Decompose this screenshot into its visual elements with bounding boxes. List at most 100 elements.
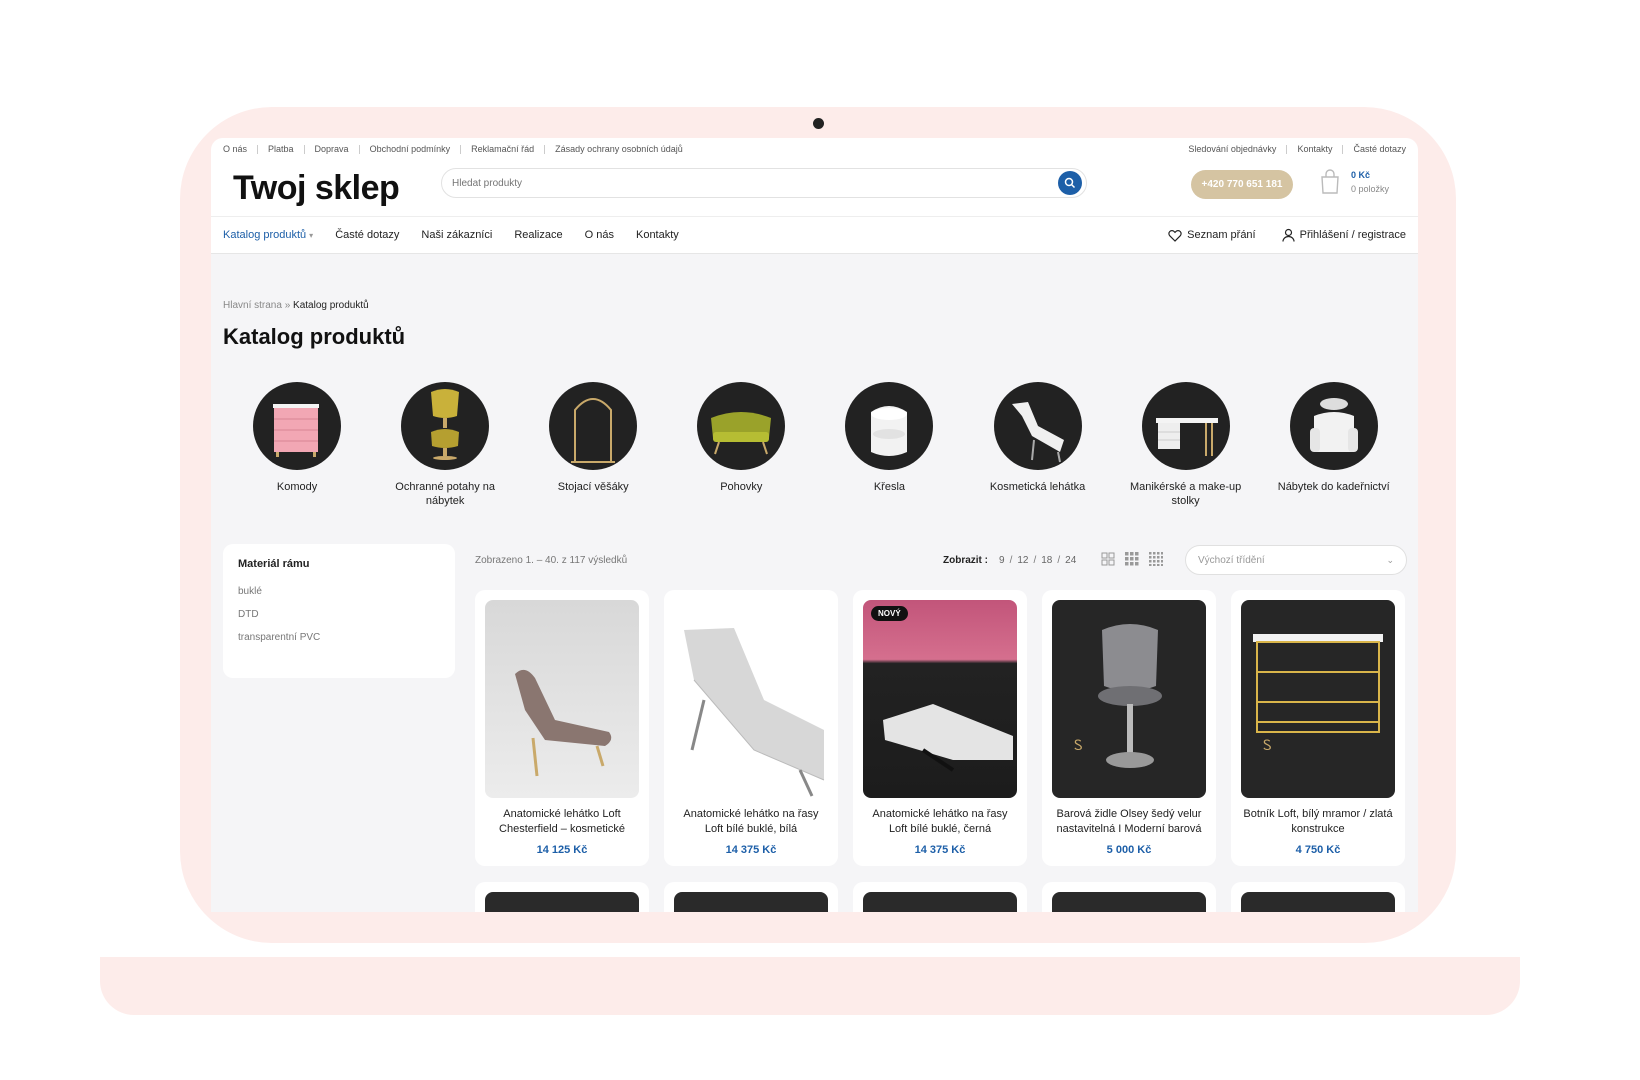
- heart-icon: [1168, 229, 1182, 242]
- per-page-selector: Zobrazit : 9/ 12/ 18/ 24: [943, 554, 1077, 566]
- breadcrumb-current: Katalog produktů: [293, 300, 369, 311]
- product-image[interactable]: [1241, 892, 1395, 912]
- category-label: Stojací věšáky: [557, 481, 629, 493]
- top-link-terms[interactable]: Obchodní podmínky: [370, 144, 451, 154]
- top-link-privacy[interactable]: Zásady ochrany osobních údajů: [555, 144, 683, 154]
- product-name[interactable]: Barová židle Olsey šedý velur nastavitel…: [1052, 807, 1206, 837]
- category-armchairs[interactable]: Křesla: [815, 382, 963, 508]
- nav-item-about[interactable]: O nás: [585, 229, 614, 241]
- category-salon[interactable]: Nábytek do kadeřnictví: [1260, 382, 1408, 508]
- product-image[interactable]: Ꮪ: [1241, 600, 1395, 798]
- product-name[interactable]: Anatomické lehátko na řasy Loft bílé buk…: [674, 807, 828, 837]
- chevron-down-icon: ▾: [309, 231, 314, 240]
- top-links-right: Sledování objednávky Kontakty Časté dota…: [1188, 144, 1406, 154]
- cart-count: 0 položky: [1351, 184, 1390, 194]
- new-badge: NOVÝ: [871, 606, 908, 621]
- product-price: 14 125 Kč: [536, 844, 588, 856]
- product-image[interactable]: [863, 892, 1017, 912]
- results-count: Zobrazeno 1. – 40. z 117 výsledků: [475, 554, 628, 566]
- camera-dot: [813, 118, 824, 129]
- product-price: 4 750 Kč: [1295, 844, 1341, 856]
- product-price: 14 375 Kč: [725, 844, 777, 856]
- top-link-complaints[interactable]: Reklamační řád: [471, 144, 534, 154]
- product-card[interactable]: [664, 882, 838, 912]
- product-card[interactable]: NOVÝ Anatomické lehátko na řasy Loft bíl…: [853, 590, 1027, 866]
- svg-text:Ꮪ: Ꮪ: [1074, 738, 1083, 754]
- product-image[interactable]: [485, 892, 639, 912]
- category-image: [993, 382, 1082, 470]
- salon-chair-icon: [1309, 398, 1358, 452]
- per-page-option[interactable]: 24: [1065, 555, 1076, 566]
- search-icon: [1064, 177, 1076, 189]
- main-nav: Katalog produktů ▾ Časté dotazy Naši záka…: [211, 216, 1418, 254]
- product-card[interactable]: Anatomické lehátko Loft Chesterfield – k…: [475, 590, 649, 866]
- product-card[interactable]: [1042, 882, 1216, 912]
- nav-item-catalog[interactable]: Katalog produktů ▾: [223, 229, 313, 241]
- filter-option[interactable]: transparentní PVC: [238, 632, 440, 643]
- phone-button[interactable]: +420 770 651 181: [1191, 170, 1293, 199]
- category-desks[interactable]: Manikérské a make-up stolky: [1112, 382, 1260, 508]
- grid-4-icon[interactable]: [1149, 551, 1163, 569]
- grid-2-icon[interactable]: [1101, 552, 1115, 569]
- top-link-about[interactable]: O nás: [223, 144, 247, 154]
- logo[interactable]: Twoj sklep: [233, 169, 443, 208]
- wishlist-link[interactable]: Seznam přání: [1168, 229, 1256, 242]
- per-page-option[interactable]: 18: [1041, 555, 1052, 566]
- filter-option[interactable]: DTD: [238, 609, 440, 620]
- product-card[interactable]: [1231, 882, 1405, 912]
- product-card[interactable]: [475, 882, 649, 912]
- search-button[interactable]: [1058, 171, 1082, 195]
- per-page-option[interactable]: 9: [999, 555, 1005, 566]
- nav-item-realizations[interactable]: Realizace: [514, 229, 562, 241]
- filter-option[interactable]: buklé: [238, 586, 440, 597]
- product-name[interactable]: Botník Loft, bílý mramor / zlatá konstru…: [1241, 807, 1395, 837]
- per-page-option[interactable]: 12: [1017, 555, 1028, 566]
- category-racks[interactable]: Stojací věšáky: [519, 382, 667, 508]
- product-image[interactable]: [674, 600, 828, 798]
- product-card[interactable]: Ꮪ Barová židle Olsey šedý velur nastavit…: [1042, 590, 1216, 866]
- product-image[interactable]: Ꮪ: [1052, 600, 1206, 798]
- sort-select[interactable]: Výchozí třídění ⌄: [1185, 545, 1407, 575]
- category-sofas[interactable]: Pohovky: [667, 382, 815, 508]
- product-name[interactable]: Anatomické lehátko na řasy Loft bílé buk…: [863, 807, 1017, 837]
- search-box: [441, 168, 1087, 198]
- nav-item-contacts[interactable]: Kontakty: [636, 229, 679, 241]
- product-image[interactable]: [1052, 892, 1206, 912]
- wishlist-label: Seznam přání: [1187, 229, 1256, 241]
- product-name[interactable]: Anatomické lehátko Loft Chesterfield – k…: [485, 807, 639, 837]
- per-page-label: Zobrazit :: [943, 554, 988, 566]
- rack-icon: [571, 398, 616, 463]
- product-card[interactable]: Anatomické lehátko na řasy Loft bílé buk…: [664, 590, 838, 866]
- filter-sidebar: Materiál rámu buklé DTD transparentní PV…: [223, 544, 455, 678]
- sort-value: Výchozí třídění: [1198, 554, 1265, 566]
- view-switcher: [1101, 551, 1173, 569]
- top-link-payment[interactable]: Platba: [268, 144, 294, 154]
- top-link-contacts[interactable]: Kontakty: [1297, 144, 1332, 154]
- login-link[interactable]: Přihlášení / registrace: [1282, 228, 1406, 242]
- nav-item-faq[interactable]: Časté dotazy: [335, 229, 399, 241]
- desk-icon: [1155, 418, 1218, 456]
- cart-total: 0 Kč: [1351, 170, 1371, 180]
- category-beauty-beds[interactable]: Kosmetická lehátka: [963, 382, 1111, 508]
- svg-text:Ꮪ: Ꮪ: [1263, 738, 1272, 754]
- category-covers[interactable]: Ochranné potahy na nábytek: [371, 382, 519, 508]
- breadcrumb-home[interactable]: Hlavní strana: [223, 300, 282, 311]
- product-card[interactable]: Ꮪ Botník Loft, bílý mramor / zlatá konst…: [1231, 590, 1405, 866]
- top-link-shipping[interactable]: Doprava: [315, 144, 349, 154]
- product-card[interactable]: [853, 882, 1027, 912]
- category-image: [1289, 382, 1378, 470]
- top-link-faq[interactable]: Časté dotazy: [1353, 144, 1406, 154]
- product-image[interactable]: NOVÝ: [863, 600, 1017, 798]
- grid-3-icon[interactable]: [1125, 551, 1139, 569]
- product-image[interactable]: [674, 892, 828, 912]
- category-label: Manikérské a make-up stolky: [1129, 481, 1242, 507]
- search-input[interactable]: [452, 177, 1058, 189]
- cart[interactable]: 0 Kč 0 položky: [1319, 168, 1389, 196]
- category-image: [697, 382, 786, 470]
- category-dressers[interactable]: Komody: [223, 382, 371, 508]
- chair-cover-icon: [431, 389, 460, 460]
- product-image[interactable]: [485, 600, 639, 798]
- category-label: Komody: [276, 481, 318, 493]
- top-link-order-tracking[interactable]: Sledování objednávky: [1188, 144, 1276, 154]
- nav-item-customers[interactable]: Naši zákazníci: [421, 229, 492, 241]
